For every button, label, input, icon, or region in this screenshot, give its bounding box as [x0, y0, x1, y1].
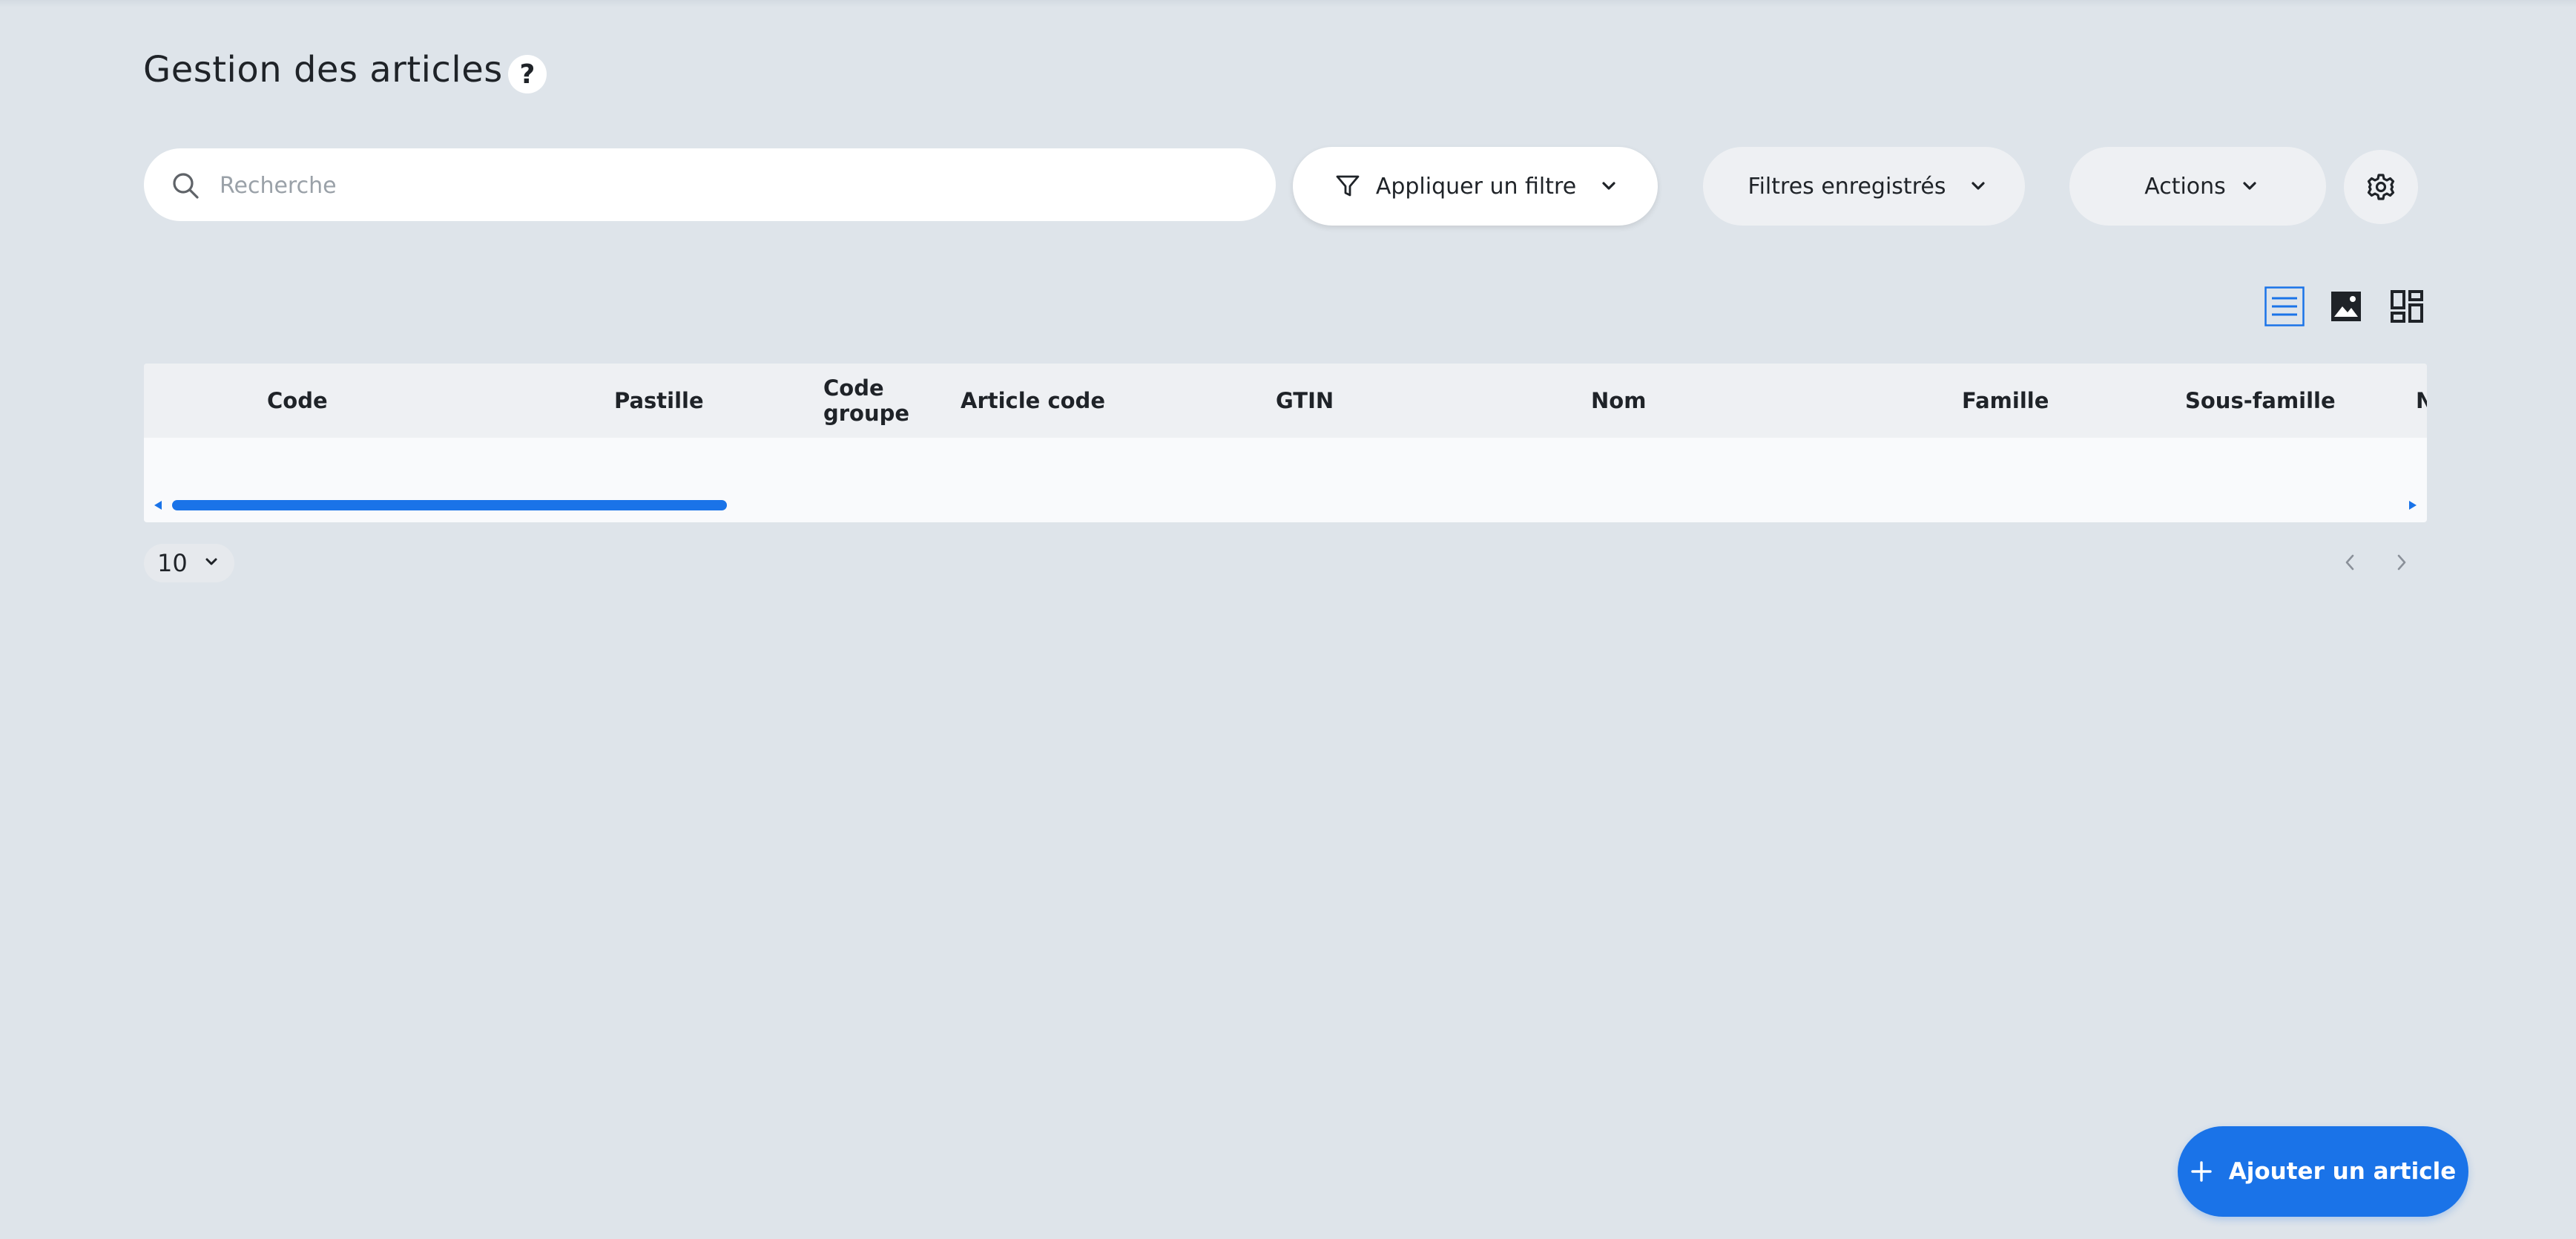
- gear-icon: [2367, 174, 2395, 200]
- actions-label: Actions: [2144, 173, 2226, 200]
- previous-page-button[interactable]: [2336, 549, 2363, 576]
- scroll-right-arrow-icon[interactable]: [2408, 500, 2418, 510]
- scroll-left-arrow-icon[interactable]: [153, 500, 163, 510]
- chevron-down-icon: [205, 558, 217, 565]
- column-header-article-code[interactable]: Article code: [961, 364, 1105, 438]
- column-header-famille[interactable]: Famille: [1962, 364, 2049, 438]
- next-page-button[interactable]: [2388, 549, 2415, 576]
- actions-dropdown[interactable]: Actions: [2069, 147, 2326, 226]
- horizontal-scrollbar[interactable]: [144, 497, 2427, 513]
- add-article-label: Ajouter un article: [2228, 1158, 2457, 1185]
- page-title: Gestion des articles: [143, 49, 503, 91]
- column-header-sous-famille[interactable]: Sous-famille: [2185, 364, 2336, 438]
- column-header-partial[interactable]: N: [2416, 364, 2427, 438]
- saved-filters-dropdown[interactable]: Filtres enregistrés: [1703, 147, 2025, 226]
- filter-icon: [1336, 175, 1360, 197]
- list-view-icon[interactable]: [2264, 286, 2305, 326]
- column-header-pastille[interactable]: Pastille: [614, 364, 704, 438]
- scrollbar-thumb[interactable]: [172, 500, 727, 510]
- grid-view-icon[interactable]: [2387, 286, 2427, 326]
- chevron-down-icon: [1602, 182, 1615, 190]
- chevron-left-icon: [2345, 554, 2354, 571]
- column-header-gtin[interactable]: GTIN: [1276, 364, 1334, 438]
- column-header-code-groupe[interactable]: Code groupe: [823, 364, 912, 438]
- image-view-icon[interactable]: [2326, 286, 2366, 326]
- page-size-select[interactable]: 10: [144, 544, 234, 582]
- apply-filter-label: Appliquer un filtre: [1375, 173, 1577, 200]
- top-shadow: [0, 0, 2576, 7]
- search-icon: [173, 173, 199, 199]
- add-article-button[interactable]: Ajouter un article: [2178, 1126, 2468, 1217]
- help-icon[interactable]: ?: [508, 55, 547, 93]
- column-header-code[interactable]: Code: [267, 364, 328, 438]
- saved-filters-label: Filtres enregistrés: [1747, 173, 1946, 200]
- plus-icon: [2191, 1161, 2212, 1182]
- chevron-down-icon: [1971, 182, 1986, 190]
- settings-button[interactable]: [2344, 150, 2418, 224]
- search-bar[interactable]: [144, 148, 1276, 221]
- apply-filter-button[interactable]: Appliquer un filtre: [1293, 147, 1658, 226]
- search-input[interactable]: [218, 165, 1245, 206]
- page-size-value: 10: [157, 549, 188, 577]
- column-header-nom[interactable]: Nom: [1591, 364, 1646, 438]
- chevron-down-icon: [2243, 182, 2256, 190]
- articles-table: Code Pastille Code groupe Article code G…: [144, 364, 2427, 522]
- table-header: Code Pastille Code groupe Article code G…: [144, 364, 2427, 438]
- chevron-right-icon: [2397, 554, 2406, 571]
